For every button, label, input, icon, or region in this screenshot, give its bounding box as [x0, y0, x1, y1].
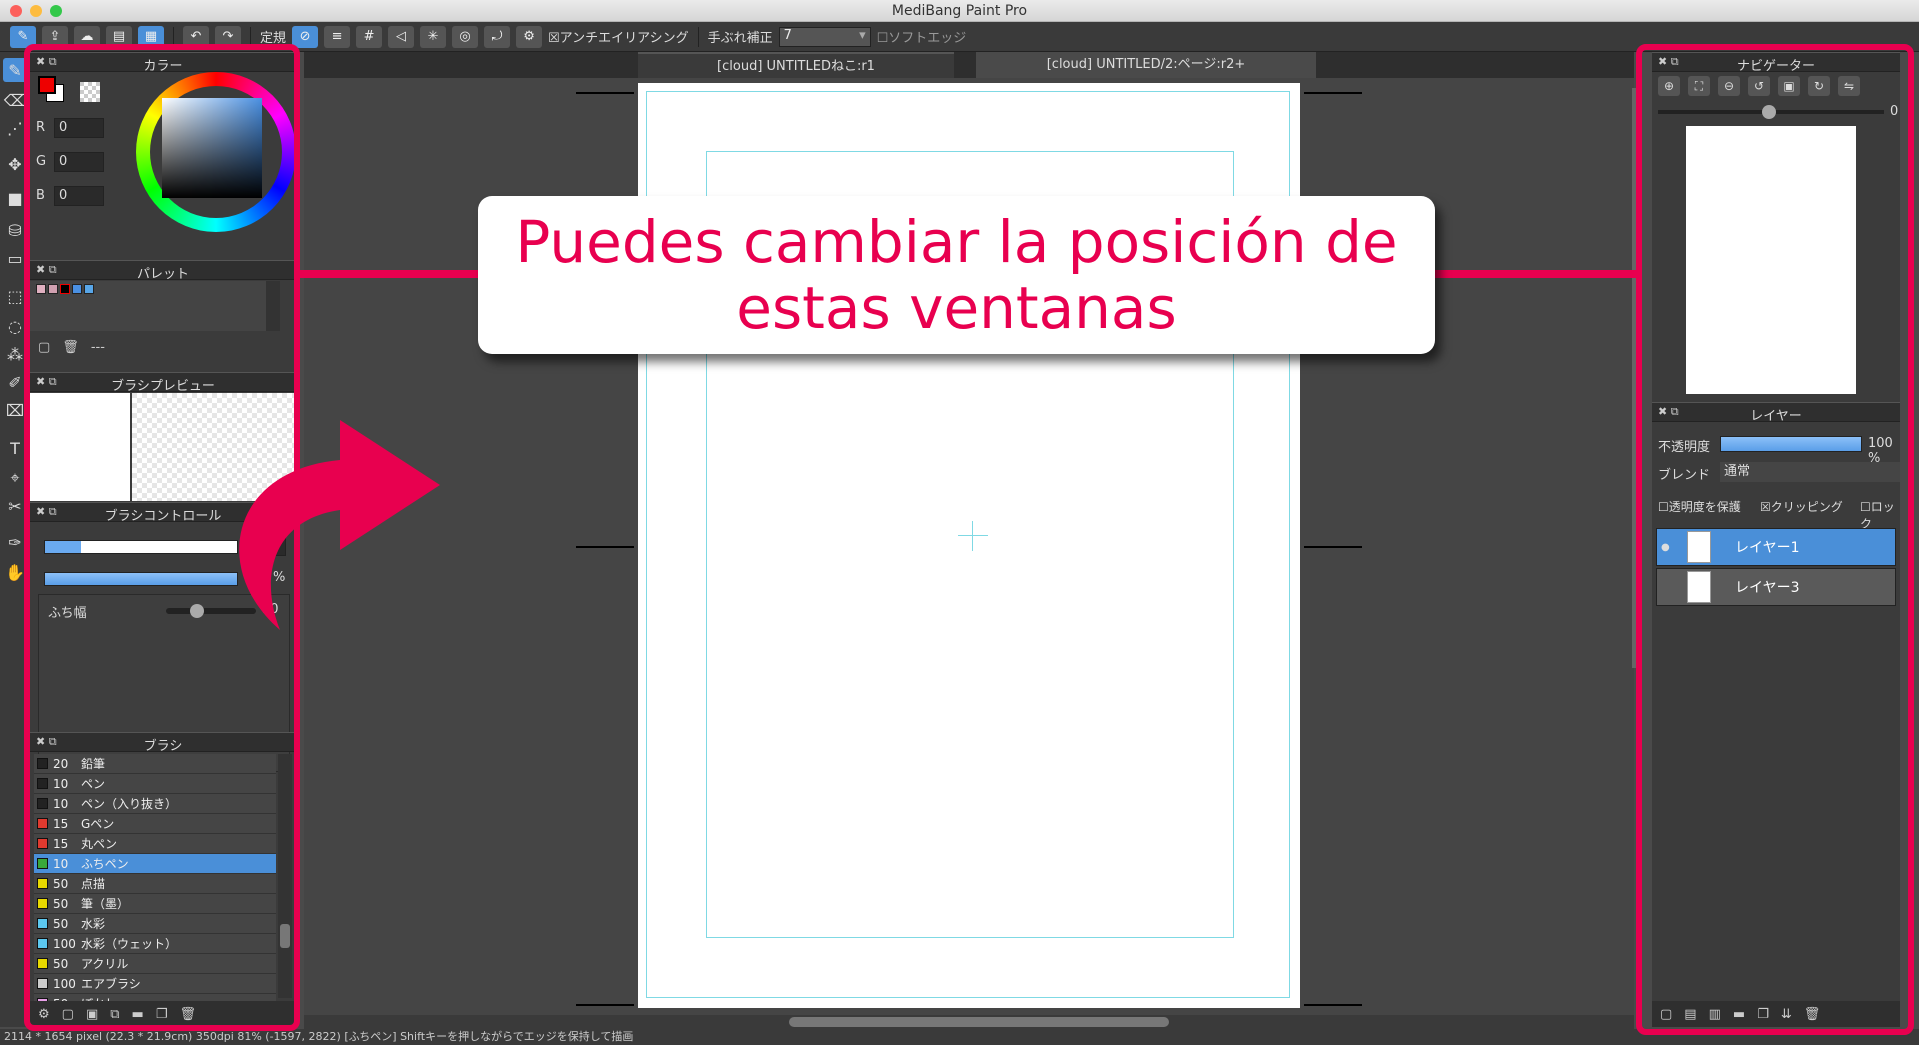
crop-mark [1304, 546, 1362, 548]
crop-mark [576, 1004, 634, 1006]
foreground-color-swatch[interactable] [38, 76, 56, 94]
radial-ruler-icon[interactable]: ✳ [420, 25, 447, 48]
correction-select[interactable]: 7 [778, 26, 871, 47]
grid-ruler-icon[interactable]: # [356, 25, 383, 48]
correction-label: 手ぶれ補正 [707, 31, 773, 46]
soft-edge-toggle[interactable]: ☐ソフトエッジ [877, 27, 967, 46]
crop-mark [1304, 1004, 1362, 1006]
center-crosshair-h [958, 535, 988, 536]
crop-mark [1304, 92, 1362, 94]
antialias-toggle[interactable]: ☒アンチエイリアシング [548, 27, 689, 46]
title-bar: MediBang Paint Pro [0, 0, 1919, 22]
center-crosshair-v [972, 521, 973, 551]
app-window: MediBang Paint Pro ✎ ⇪ ☁ ▤ ▦ ↶ ↷ 定規 ⊘ ≡ … [0, 0, 1919, 1045]
connector-line-left [296, 270, 482, 278]
arrow-annotation-icon [239, 420, 440, 630]
no-ruler-icon[interactable]: ⊘ [292, 25, 319, 48]
callout-text: Puedes cambiar la posición de estas vent… [515, 209, 1397, 341]
document-tabs: [cloud] UNTITLEDねこ:r1 [cloud] UNTITLED/2… [304, 52, 1634, 78]
tab-document-1[interactable]: [cloud] UNTITLEDねこ:r1 [638, 52, 954, 78]
toolbar-divider [697, 26, 699, 47]
crop-mark [576, 546, 634, 548]
callout-line-1: Puedes cambiar la posición de [515, 208, 1398, 276]
tab-document-2[interactable]: [cloud] UNTITLED/2:ページ:r2+ [976, 52, 1316, 78]
right-panels-highlight [1636, 44, 1914, 1035]
status-bar: 2114 * 1654 pixel (22.3 * 21.9cm) 350dpi… [0, 1029, 1919, 1045]
callout-line-2: estas ventanas [736, 274, 1177, 342]
crop-mark [576, 92, 634, 94]
perspective-ruler-icon[interactable]: ◁ [388, 25, 415, 48]
horizontal-scrollbar[interactable] [304, 1015, 1634, 1029]
scrollbar-thumb[interactable] [789, 1017, 1169, 1027]
saturation-value-square[interactable] [162, 98, 262, 198]
connector-line-right [1432, 270, 1640, 278]
callout-box: Puedes cambiar la posición de estas vent… [478, 196, 1435, 354]
concentric-ruler-icon[interactable]: ◎ [452, 25, 479, 48]
parallel-ruler-icon[interactable]: ≡ [324, 25, 351, 48]
window-title: MediBang Paint Pro [891, 3, 1028, 19]
settings-icon[interactable]: ⚙ [516, 25, 543, 48]
curve-ruler-icon[interactable]: ⤾ [484, 25, 511, 48]
